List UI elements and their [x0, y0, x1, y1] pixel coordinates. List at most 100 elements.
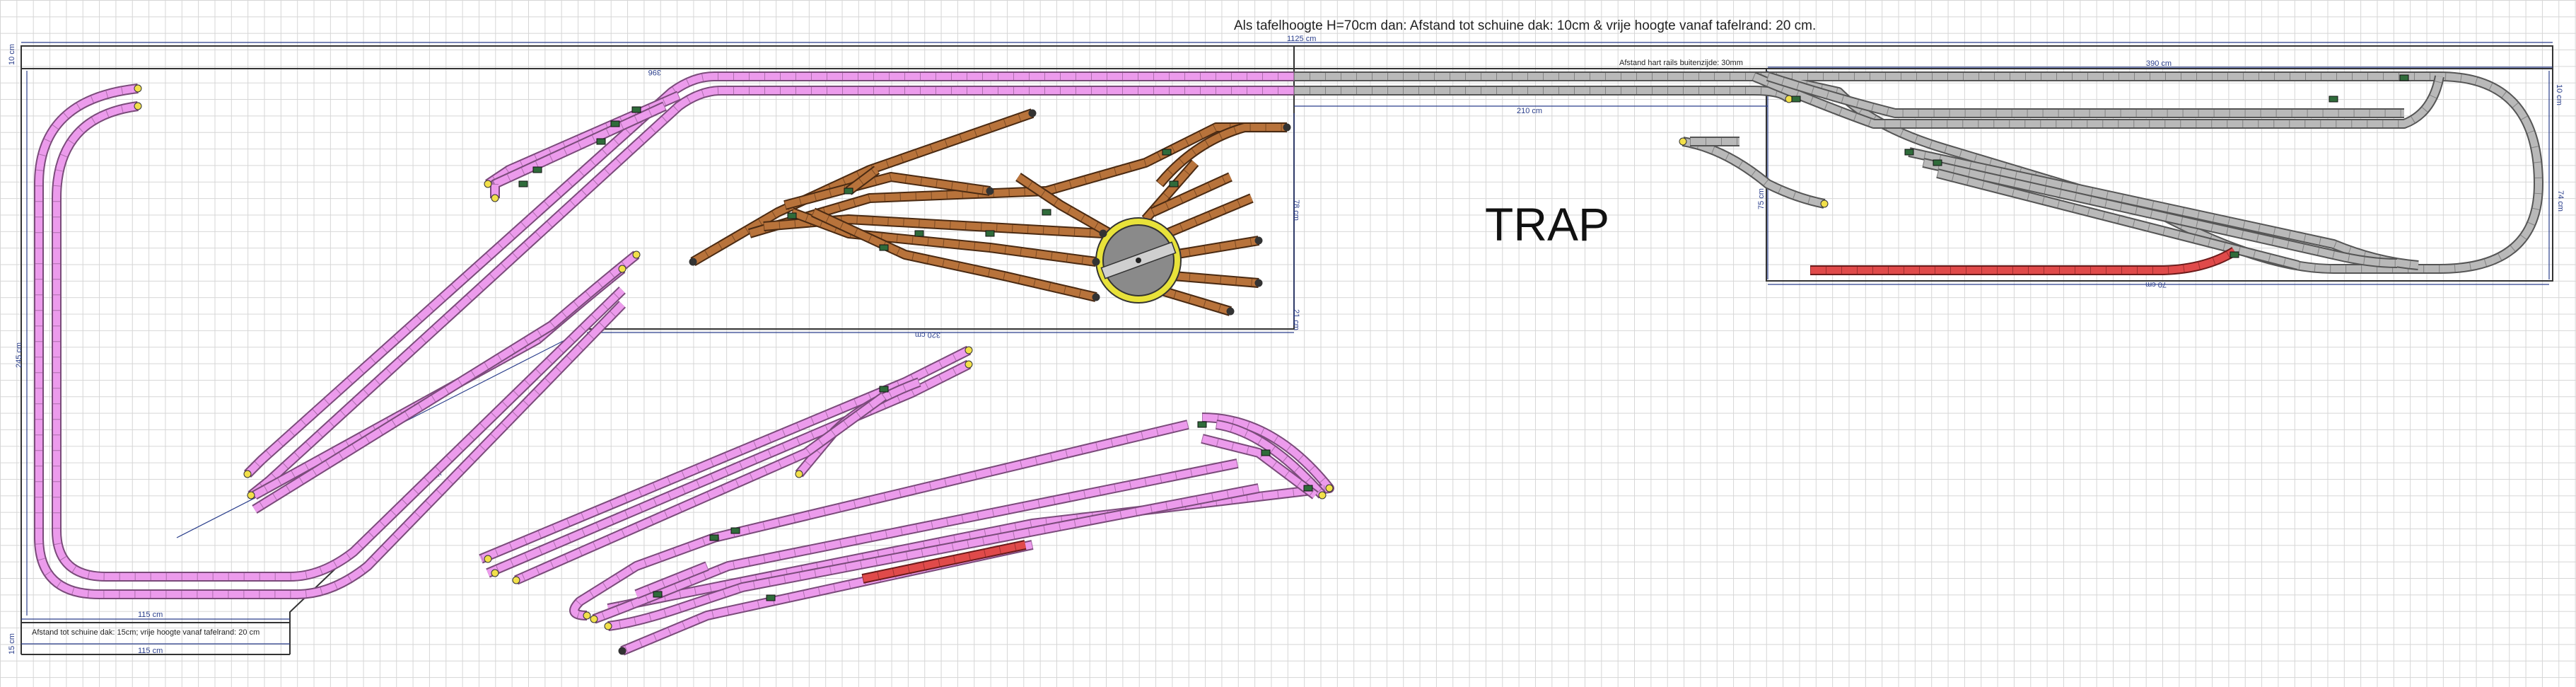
dim-yard-right-small: 21 cm [1292, 309, 1300, 330]
dim-top-left-height: 10 cm [8, 44, 16, 65]
buffer-stop-icon [689, 258, 697, 266]
buffer-stop-icon [964, 360, 973, 369]
trap-label: TRAP [1485, 198, 1609, 250]
dim-yard-height: 78 cm [1292, 200, 1300, 221]
buffer-stop-icon [1283, 123, 1291, 132]
switch-motor-icon [1933, 159, 1942, 166]
switch-motor-icon [844, 187, 853, 195]
dim-bottom-left-height: 15 cm [8, 633, 16, 654]
switch-motor-icon [518, 180, 528, 187]
buffer-stop-icon [134, 84, 142, 93]
turntable-icon [1095, 217, 1182, 304]
buffer-stop-icon [484, 555, 492, 563]
bottom-note: Afstand tot schuine dak: 15cm; vrije hoo… [32, 628, 260, 637]
baseboard-outlines [21, 45, 2553, 655]
buffer-stop-icon [247, 491, 255, 500]
brown-track-10 [1173, 271, 1259, 288]
switch-motor-icon [2399, 74, 2409, 81]
buffer-stop-icon [795, 470, 803, 478]
switch-motor-icon [631, 106, 641, 113]
brown-track-group [690, 108, 1287, 316]
grey-track-4 [1908, 147, 2419, 270]
switch-motor-icon [1042, 209, 1051, 216]
dim-right-height: 75 cm [1757, 188, 1766, 209]
switch-motor-icon [1791, 96, 1801, 103]
grey-track-6 [1936, 168, 2300, 270]
buffer-stop-icon [491, 194, 499, 202]
switch-motor-icon [787, 212, 797, 219]
dim-width-115-bottom: 115 cm [138, 647, 163, 655]
buffer-stop-icon [1028, 109, 1037, 117]
dim-right-top-small: 10 cm [2555, 84, 2563, 105]
switch-motor-icon [610, 120, 620, 127]
buffer-stop-icon [1679, 137, 1687, 146]
switch-motor-icon [2329, 96, 2338, 103]
dim-right-390: 390 cm [2146, 59, 2172, 68]
switch-motors [518, 74, 2409, 601]
switch-motor-icon [1169, 180, 1179, 187]
grey-track-1 [1294, 86, 1793, 103]
buffer-stop-icon [604, 622, 612, 630]
switch-motor-icon [653, 591, 663, 598]
baseboard-main [21, 45, 2553, 69]
buffer-stop-icon [1092, 258, 1100, 266]
buffer-stop-icon [986, 187, 994, 195]
buffer-stop-icon [583, 611, 591, 620]
switch-motor-icon [914, 230, 924, 237]
buffer-stop-icon [1318, 491, 1327, 500]
dim-right-side: 74 cm [2556, 190, 2565, 212]
brown-track-9 [1172, 236, 1260, 260]
switch-motor-icon [2230, 251, 2239, 258]
grey-track-5 [1922, 158, 2398, 268]
buffer-stop-icon [618, 647, 626, 655]
brown-track-11 [1158, 285, 1232, 316]
switch-motor-icon [879, 386, 889, 393]
dimension-lines [21, 42, 2553, 645]
switch-motor-icon [1261, 449, 1271, 456]
buffer-stop-icon [1254, 236, 1263, 245]
red-track-0 [1810, 247, 2237, 275]
buffer-stop-icon [618, 265, 626, 273]
rail-note: Afstand hart rails buitenzijde: 30mm [1619, 59, 1743, 67]
buffer-stop-icon [964, 346, 973, 354]
buffer-stop-icon [484, 180, 492, 188]
baseboard-left [21, 69, 1295, 623]
grey-track-0 [1294, 71, 2543, 274]
buffer-stop-icon [1820, 200, 1829, 208]
switch-motor-icon [596, 138, 606, 145]
pink-track-17 [607, 483, 1260, 631]
buffer-stop-icon [1325, 484, 1334, 492]
dim-mid-small: 396 [648, 68, 661, 76]
buffer-stop-icon [243, 470, 252, 478]
dim-width-115-top: 115 cm [138, 611, 163, 619]
grey-track-7 [1682, 137, 1826, 209]
buffer-stop-icon [512, 576, 520, 584]
switch-motor-icon [1197, 421, 1207, 428]
dim-left-height: 245 cm [15, 342, 23, 368]
switch-motor-icon [1904, 149, 1914, 156]
switch-motor-icon [1162, 149, 1172, 156]
switch-motor-icon [532, 166, 542, 173]
track-plan-canvas: Als tafelhoogte H=70cm dan: Afstand tot … [8, 18, 2565, 656]
switch-motor-icon [766, 594, 776, 601]
buffer-stop-icon [590, 615, 598, 623]
switch-motor-icon [879, 244, 889, 251]
grey-track-3 [1766, 71, 2404, 118]
buffer-stop-icon [491, 569, 499, 577]
switch-motor-icon [730, 527, 740, 534]
dim-total-width: 1125 cm [1287, 35, 1316, 43]
buffer-stop-icon [632, 250, 641, 259]
switch-motor-icon [1303, 485, 1313, 492]
dim-right-bottom: 70 cm [2145, 280, 2167, 289]
switch-motor-icon [709, 534, 719, 541]
switch-motor-icon [985, 230, 995, 237]
buffer-stop-icon [1254, 279, 1263, 287]
grey-track-group [1294, 71, 2543, 274]
buffer-stop-icon [1226, 307, 1235, 316]
dim-yard-width: 320 cm [915, 330, 940, 339]
buffer-stop-icon [1099, 229, 1107, 238]
buffer-stop-icon [1092, 293, 1100, 301]
page-title: Als tafelhoogte H=70cm dan: Afstand tot … [1234, 18, 1816, 33]
buffer-stop-icon [134, 102, 142, 110]
dim-mid-210: 210 cm [1517, 107, 1542, 115]
